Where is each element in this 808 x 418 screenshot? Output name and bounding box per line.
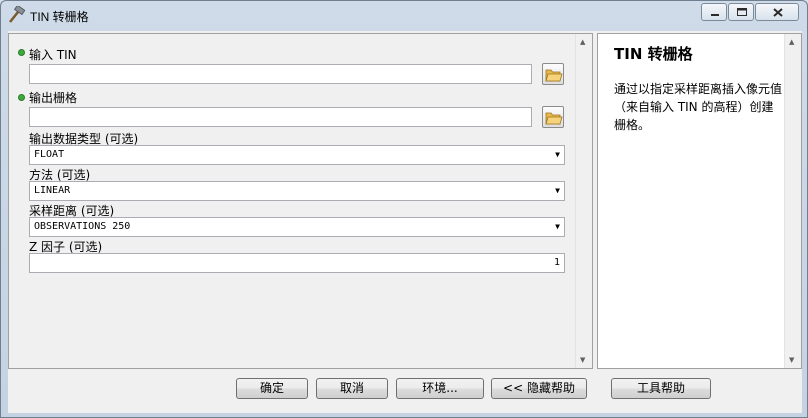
scroll-down-icon[interactable]: ▼ [580,356,585,364]
dialog-client: 输入 TIN 输出栅格 输出数据类型 (可选) FLOAT ▼ 方法 (可选) … [8,31,802,413]
input-tin-browse-button[interactable] [542,63,564,85]
method-value: LINEAR [34,185,71,196]
input-tin-field[interactable] [29,64,532,84]
scroll-up-icon[interactable]: ▲ [789,38,794,46]
maximize-button[interactable] [728,3,754,21]
output-raster-browse-button[interactable] [542,106,564,128]
hide-help-button[interactable]: << 隐藏帮助 [491,378,587,399]
close-icon [773,8,783,17]
scroll-up-icon[interactable]: ▲ [580,38,585,46]
environments-button[interactable]: 环境... [396,378,484,399]
dropdown-arrow-icon: ▼ [555,222,560,231]
close-button[interactable] [755,3,799,21]
cancel-button[interactable]: 取消 [316,378,388,399]
input-tin-label: 输入 TIN [29,48,77,62]
help-panel: TIN 转栅格 通过以指定采样距离插入像元值（来自输入 TIN 的高程）创建栅格… [597,33,802,369]
maximize-icon [737,8,747,16]
scroll-down-icon[interactable]: ▼ [789,356,794,364]
open-folder-icon [545,112,563,125]
sampling-select[interactable]: OBSERVATIONS 250 ▼ [29,217,565,237]
help-text: 通过以指定采样距离插入像元值（来自输入 TIN 的高程）创建栅格。 [614,82,783,132]
ok-button[interactable]: 确定 [236,378,308,399]
data-type-select[interactable]: FLOAT ▼ [29,145,565,165]
required-indicator [18,94,25,101]
data-type-value: FLOAT [34,149,65,160]
output-raster-field[interactable] [29,107,532,127]
dialog-window: TIN 转栅格 输入 TIN 输出栅格 输出数据类型 (可选) FLOAT ▼ … [0,0,808,418]
minimize-icon [711,14,719,16]
dropdown-arrow-icon: ▼ [555,150,560,159]
required-indicator [18,49,25,56]
hammer-icon [9,6,25,23]
open-folder-icon [545,69,563,82]
title-bar[interactable]: TIN 转栅格 [1,1,807,29]
sampling-value: OBSERVATIONS 250 [34,221,131,232]
parameters-scrollbar[interactable]: ▲ ▼ [575,34,592,368]
method-select[interactable]: LINEAR ▼ [29,181,565,201]
output-raster-label: 输出栅格 [29,91,78,105]
z-factor-field[interactable]: 1 [29,253,565,273]
parameters-panel: 输入 TIN 输出栅格 输出数据类型 (可选) FLOAT ▼ 方法 (可选) … [8,33,593,369]
minimize-button[interactable] [701,3,727,21]
window-title: TIN 转栅格 [30,10,89,24]
dropdown-arrow-icon: ▼ [555,186,560,195]
help-scrollbar[interactable]: ▲ ▼ [784,34,801,368]
help-title: TIN 转栅格 [614,45,693,63]
tool-help-button[interactable]: 工具帮助 [611,378,711,399]
